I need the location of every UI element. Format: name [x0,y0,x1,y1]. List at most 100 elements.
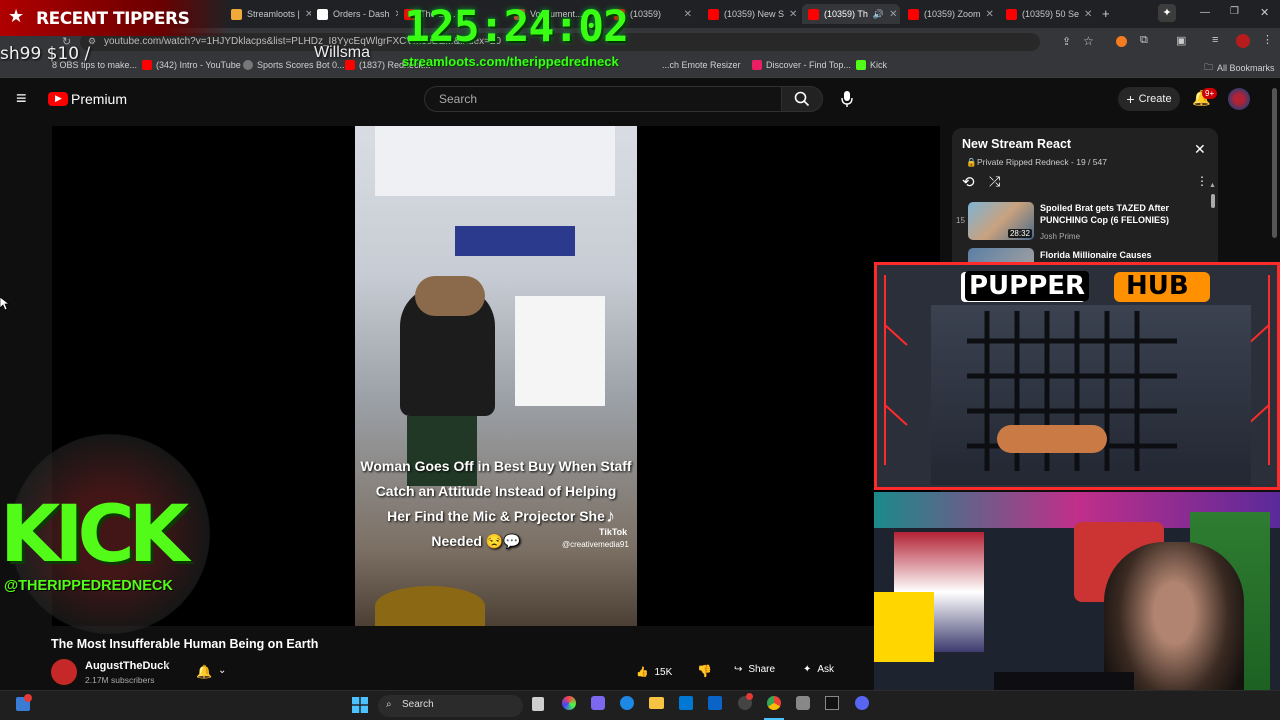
search-input[interactable]: Search [424,86,782,112]
maximize-button[interactable]: ❐ [1230,6,1239,17]
kick-icon [856,60,866,70]
counter [515,296,605,406]
thumbs-up-icon: 👍 [636,666,649,678]
tab-favicon [317,8,328,20]
tab-favicon [908,8,919,20]
app-icon[interactable] [796,696,810,710]
chevron-down-icon[interactable]: ⌄ [218,665,226,676]
menu-dots-icon[interactable]: ⋮ [1196,174,1208,188]
minimize-button[interactable]: — [1200,7,1210,18]
teams-icon[interactable] [591,696,605,710]
playlist-scrollbar[interactable] [1211,194,1215,208]
create-label: Create [1138,93,1172,105]
create-button[interactable]: + Create [1118,87,1180,111]
channel-name[interactable]: AugustTheDuck [85,660,169,672]
extension-icon[interactable] [1116,36,1127,47]
discover-icon [752,60,762,70]
account-avatar[interactable] [1228,88,1250,110]
video-frame[interactable]: Woman Goes Off in Best Buy When Staff Ca… [355,126,637,626]
star-icon: ★ [8,6,25,26]
share-icon: ↪ [734,664,743,675]
tab-label: (10359) New S [724,9,785,19]
shuffle-icon[interactable]: ⤮ [989,173,1000,190]
bookmark-star-icon[interactable]: ☆ [1083,34,1094,48]
chrome-icon[interactable] [767,696,781,710]
copilot-icon[interactable] [562,696,576,710]
notification-badge: 9+ [1202,88,1218,99]
verified-icon: ✔ [163,660,171,670]
recent-tippers-label: RECENT TIPPERS [36,9,190,29]
speaker-icon[interactable]: 🔊 [873,9,884,20]
ask-button[interactable]: ✦ Ask [803,664,834,675]
close-icon[interactable]: ✕ [1194,141,1206,158]
all-bookmarks[interactable]: 🗀 All Bookmarks [1204,60,1275,76]
menu-dots-icon[interactable]: ⋮ [1262,33,1273,46]
bookmark-item[interactable]: (342) Intro - YouTube [142,60,241,70]
playlist-item[interactable]: 15 28:32 Spoiled Brat gets TAZED After P… [952,198,1206,242]
outlook-icon[interactable] [708,696,722,710]
tab-label: (10359) 50 Se [1022,9,1080,19]
loop-icon[interactable]: ⟲ [962,173,975,191]
channel-avatar[interactable] [51,659,77,685]
profile-avatar[interactable] [1236,34,1250,48]
mouse-cursor-icon [0,297,10,311]
dog-bed [997,425,1107,453]
playlist-title[interactable]: New Stream React [962,137,1071,151]
edge-icon[interactable] [620,696,634,710]
bookmark-label: ...ch Emote Resizer [662,60,741,70]
terminal-icon[interactable] [825,696,839,710]
close-icon[interactable]: ✕ [684,9,692,20]
youtube-logo-icon[interactable]: ▶ [48,92,68,106]
microphone-icon[interactable] [840,90,854,108]
bookmark-item[interactable]: Kick [856,60,887,70]
taskbar-search[interactable]: ⌕ Search [378,695,523,717]
close-icon[interactable]: ✕ [789,9,797,20]
like-button[interactable]: 👍 15K [636,660,694,684]
tab[interactable]: Streamloots | ✕ [225,4,311,24]
tab-active[interactable]: (10359) Th 🔊 ✕ [802,4,900,24]
ask-label: Ask [817,664,835,675]
tab[interactable]: (10359) 50 Se ✕ [1000,4,1096,24]
tiktok-logo-icon: ♪ [606,506,615,526]
store-icon[interactable] [679,696,693,710]
bookmark-item[interactable]: Discover - Find Top... [752,60,851,70]
playlist-panel: New Stream React 🔒 Private Ripped Rednec… [952,128,1218,268]
sparkle-icon[interactable]: ✦ [1158,4,1176,22]
search-icon: ⌕ [386,699,392,710]
search-button[interactable] [781,86,823,112]
video-title: The Most Insufferable Human Being on Ear… [51,637,319,651]
tab[interactable]: Orders - Dash✕ [311,4,398,24]
new-tab-button[interactable]: + [1102,6,1110,21]
page-scrollbar[interactable] [1272,88,1277,238]
file-explorer-icon[interactable] [649,697,664,709]
bookmark-label: Discover - Find Top... [766,60,851,70]
close-icon[interactable]: ✕ [1084,9,1092,20]
video-thumbnail: 28:32 [968,202,1034,240]
ceiling-area [375,126,615,196]
tipper-line: sh99 $10 / [0,44,91,64]
close-icon[interactable]: ✕ [889,9,897,20]
task-view-icon[interactable] [532,697,544,711]
install-icon[interactable]: ⇪ [1062,35,1071,48]
tab-label: Orders - Dash [333,9,390,19]
playlist-item-title[interactable]: Florida Millionaire Causes [1040,250,1152,260]
media-icon[interactable]: ≡ [1212,34,1218,46]
pupper-cam: PUPPER HUB [874,262,1280,490]
bell-icon[interactable]: 🔔 [196,664,212,680]
playlist-index: 15 [956,216,965,225]
discord-icon[interactable] [855,696,869,710]
sidepanel-icon[interactable]: ▣ [1176,34,1186,47]
close-icon[interactable]: ✕ [986,9,994,20]
windows-start-icon[interactable] [352,697,368,713]
hamburger-menu-icon[interactable]: ≡ [16,88,27,109]
window-close-button[interactable]: ✕ [1260,6,1269,19]
scroll-up-icon[interactable]: ▲ [1209,182,1216,189]
person-hair [415,276,485,316]
dislike-button[interactable]: 👎 [697,664,712,678]
bookmark-item[interactable]: ...ch Emote Resizer [662,60,741,70]
share-button[interactable]: ↪ Share [734,664,775,675]
foreground-object [375,586,485,626]
puzzle-icon[interactable]: ⧉ [1140,34,1148,47]
tab[interactable]: (10359) Zoom ✕ [902,4,998,24]
tab[interactable]: (10359) New S ✕ [702,4,800,24]
